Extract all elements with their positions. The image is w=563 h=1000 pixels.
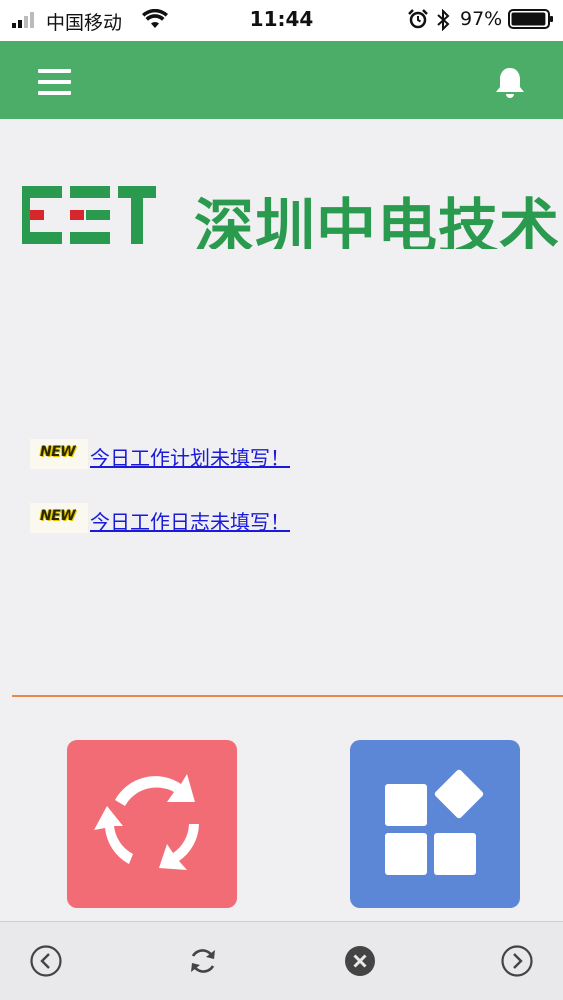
apps-grid-icon <box>385 769 484 875</box>
status-bar: 中国移动 11:44 97% <box>0 0 563 41</box>
company-logo: 深圳中电技术 <box>22 183 563 249</box>
battery-percent: 97% <box>460 8 503 30</box>
refresh-cycle-icon <box>94 774 199 870</box>
close-icon[interactable] <box>343 944 377 978</box>
app-header <box>0 41 563 119</box>
cycle-tile-button[interactable] <box>67 740 237 908</box>
notice-item: NEW 今日工作日志未填写！ <box>30 499 290 533</box>
back-arrow-icon[interactable] <box>29 944 63 978</box>
forward-arrow-icon[interactable] <box>500 944 534 978</box>
browser-toolbar <box>0 921 563 1000</box>
section-divider <box>12 695 563 697</box>
hamburger-menu-icon[interactable] <box>38 69 72 97</box>
cet-logo-mark <box>22 186 156 244</box>
new-badge: NEW <box>30 503 88 533</box>
alarm-clock-icon <box>408 9 428 29</box>
work-log-notice-link[interactable]: 今日工作日志未填写！ <box>90 511 290 533</box>
battery-icon <box>508 9 553 29</box>
company-name: 深圳中电技术 <box>194 193 560 249</box>
new-badge: NEW <box>30 439 88 469</box>
work-plan-notice-link[interactable]: 今日工作计划未填写！ <box>90 447 290 469</box>
bluetooth-icon <box>437 9 450 31</box>
apps-tile-button[interactable] <box>350 740 520 908</box>
notice-item: NEW 今日工作计划未填写！ <box>30 435 290 469</box>
bell-icon[interactable] <box>492 65 528 101</box>
refresh-icon[interactable] <box>186 944 220 978</box>
